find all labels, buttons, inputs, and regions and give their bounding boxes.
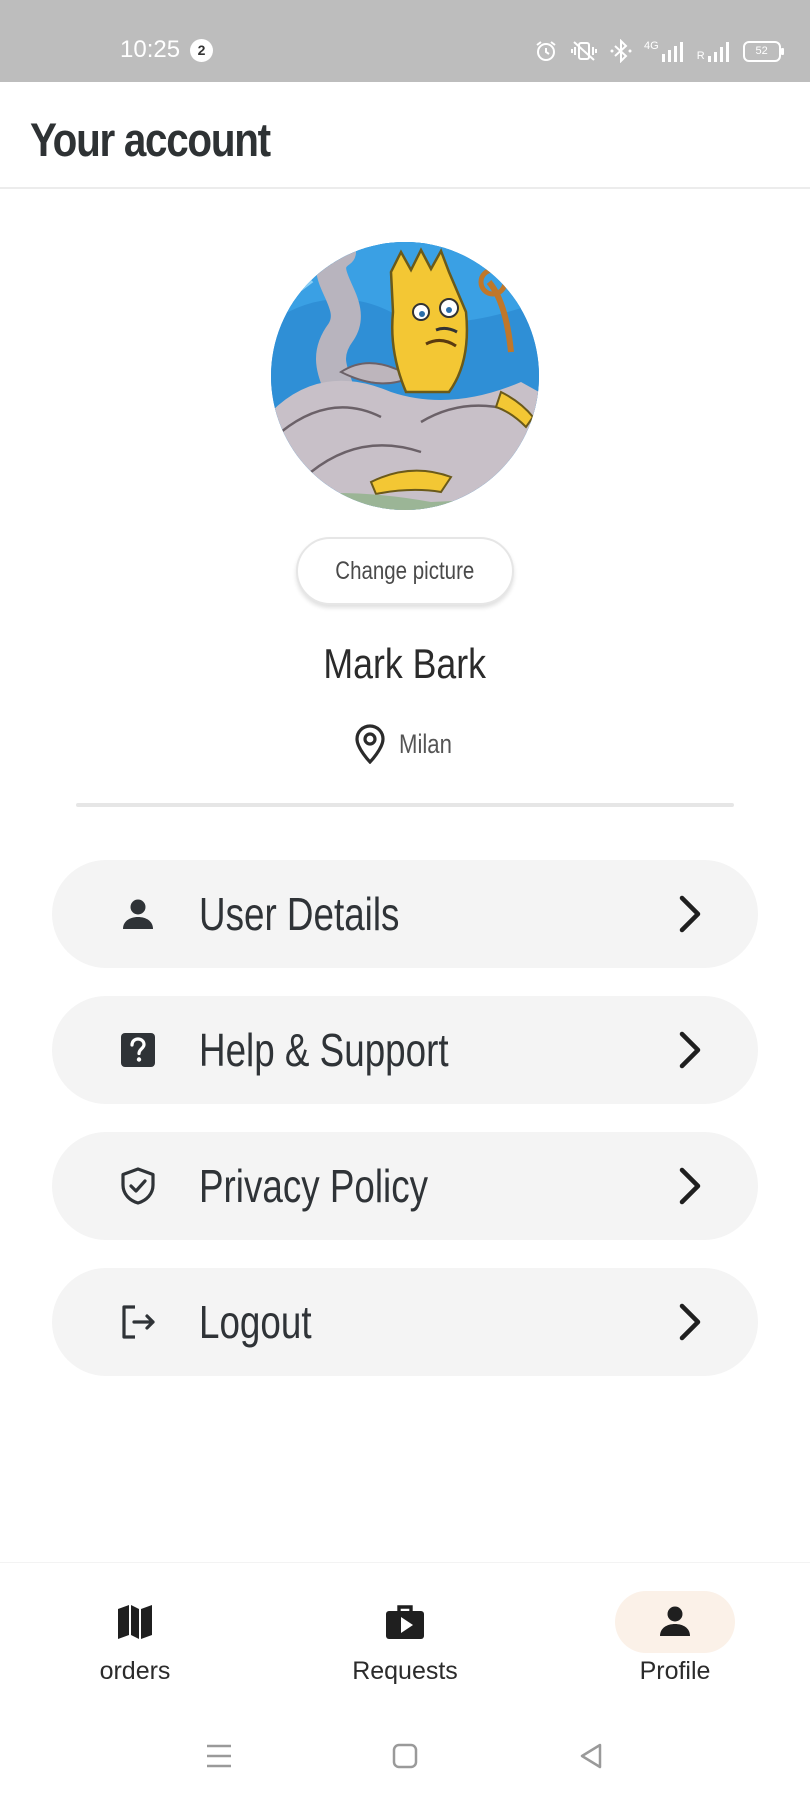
nav-item-profile[interactable]: Profile bbox=[565, 1591, 785, 1701]
nav-icon-container bbox=[75, 1591, 195, 1653]
chevron-right-icon bbox=[679, 1303, 701, 1341]
nav-icon-container bbox=[345, 1591, 465, 1653]
recent-apps-button[interactable] bbox=[195, 1732, 243, 1780]
nav-item-requests[interactable]: Requests bbox=[295, 1591, 515, 1701]
alarm-icon bbox=[536, 41, 556, 61]
bottom-navigation: orders Requests Profile bbox=[0, 1562, 810, 1713]
back-icon bbox=[580, 1743, 602, 1769]
roaming-label: R bbox=[696, 50, 705, 62]
nav-icon-container-active bbox=[615, 1591, 735, 1653]
change-picture-label: Change picture bbox=[335, 557, 475, 585]
section-divider bbox=[76, 803, 734, 807]
page-title: Your account bbox=[30, 113, 271, 166]
map-icon bbox=[118, 1605, 152, 1639]
battery-icon: 52 bbox=[742, 40, 784, 62]
back-button[interactable] bbox=[567, 1732, 615, 1780]
nav-item-orders[interactable]: orders bbox=[25, 1591, 245, 1701]
user-location: Milan bbox=[355, 722, 464, 766]
menu-item-privacy-policy[interactable]: Privacy Policy bbox=[52, 1132, 758, 1240]
menu-icon bbox=[207, 1744, 231, 1768]
signal-icon bbox=[661, 42, 683, 62]
avatar-image bbox=[271, 242, 539, 510]
nav-label: Requests bbox=[352, 1657, 458, 1685]
menu-item-label: Help & Support bbox=[199, 1024, 449, 1076]
user-name-text: Mark Bark bbox=[323, 640, 487, 687]
notification-badge: 2 bbox=[190, 39, 213, 62]
person-icon bbox=[660, 1606, 690, 1636]
menu-item-label: User Details bbox=[199, 888, 400, 940]
home-icon bbox=[392, 1743, 418, 1769]
person-icon bbox=[114, 890, 162, 938]
menu-item-label: Logout bbox=[199, 1296, 312, 1348]
status-icons: 4G R 52 bbox=[534, 36, 784, 66]
nav-label: orders bbox=[99, 1657, 171, 1685]
vibrate-off-icon bbox=[571, 41, 597, 61]
bluetooth-icon bbox=[610, 39, 632, 63]
app-header: Your account bbox=[0, 82, 810, 189]
chevron-right-icon bbox=[679, 1167, 701, 1205]
signal-icon bbox=[707, 42, 729, 62]
location-pin-icon bbox=[355, 724, 385, 764]
logout-icon bbox=[114, 1298, 162, 1346]
location-text: Milan bbox=[399, 728, 452, 759]
change-picture-button[interactable]: Change picture bbox=[296, 537, 514, 605]
chevron-right-icon bbox=[679, 1031, 701, 1069]
menu-item-logout[interactable]: Logout bbox=[52, 1268, 758, 1376]
nav-label: Profile bbox=[639, 1657, 711, 1685]
menu-item-user-details[interactable]: User Details bbox=[52, 860, 758, 968]
home-button[interactable] bbox=[381, 1732, 429, 1780]
network-signal: 4G bbox=[644, 40, 685, 62]
system-navigation bbox=[0, 1712, 810, 1800]
status-time: 10:25 bbox=[120, 36, 181, 63]
user-name: Mark Bark bbox=[205, 640, 605, 688]
menu-item-help-support[interactable]: Help & Support bbox=[52, 996, 758, 1104]
briefcase-play-icon bbox=[386, 1605, 424, 1639]
network-type-label: 4G bbox=[644, 40, 659, 52]
help-icon bbox=[114, 1026, 162, 1074]
chevron-right-icon bbox=[679, 895, 701, 933]
shield-check-icon bbox=[114, 1162, 162, 1210]
roaming-signal: R bbox=[697, 40, 731, 62]
status-bar: 10:25 2 4G R 52 bbox=[0, 0, 810, 82]
menu-item-label: Privacy Policy bbox=[199, 1160, 429, 1212]
avatar bbox=[271, 242, 539, 510]
